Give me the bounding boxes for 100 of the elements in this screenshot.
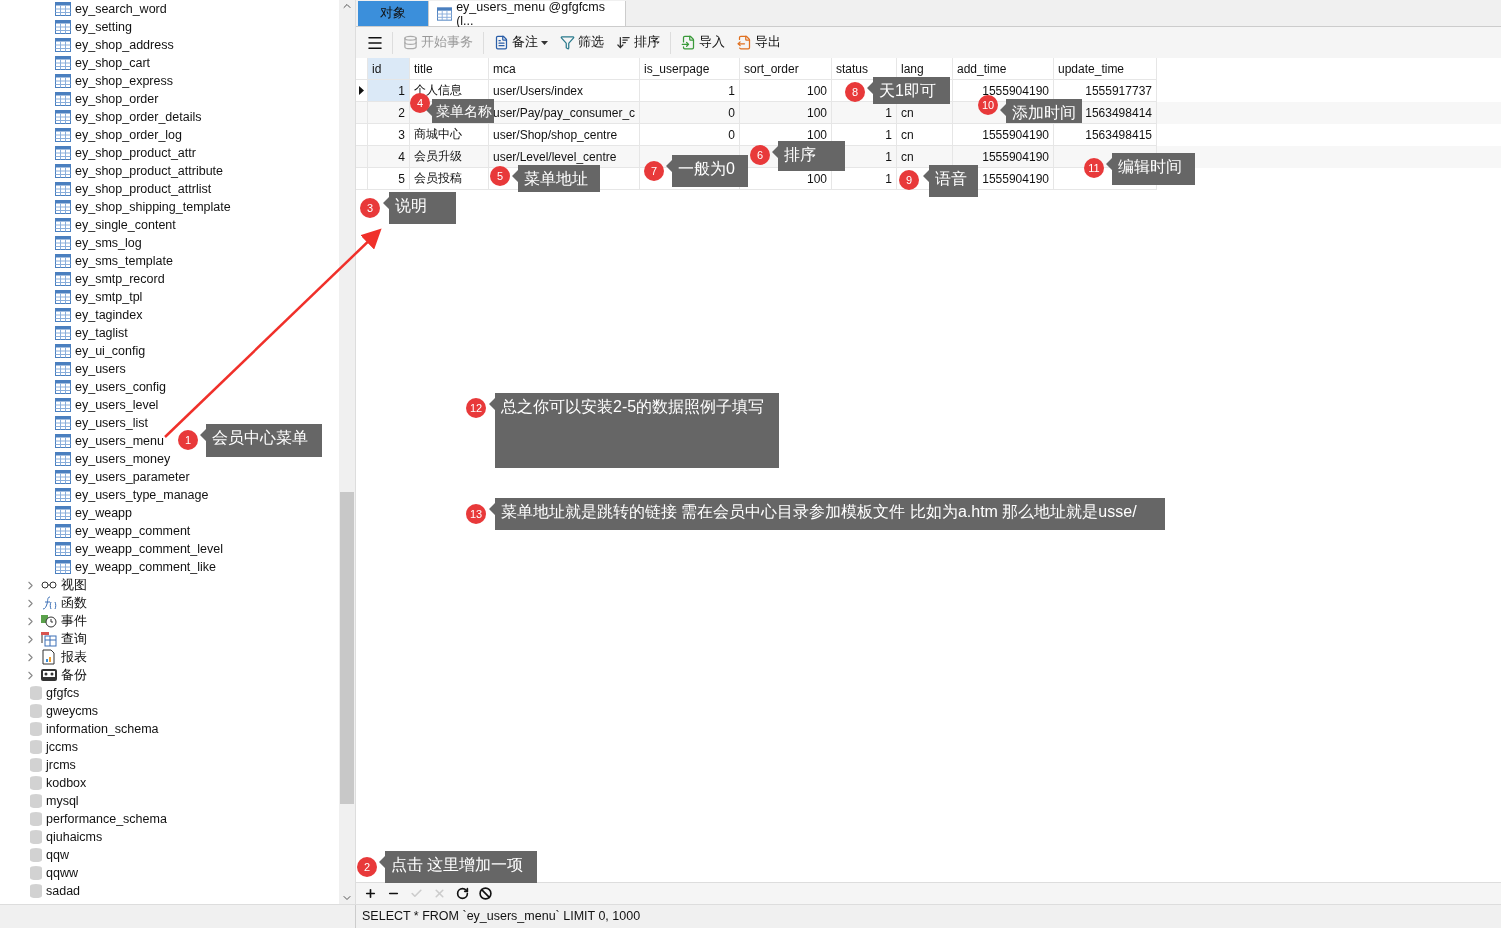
database-icon (30, 686, 42, 700)
callout-note: 一般为0 (666, 155, 748, 187)
table-icon (55, 92, 71, 106)
group-label[interactable]: 函数 (61, 594, 87, 612)
table-icon (55, 200, 71, 214)
database-icon (30, 704, 42, 718)
toolbar-button[interactable]: 筛选 (558, 34, 606, 51)
table-icon (55, 416, 71, 430)
table-name[interactable]: ey_single_content (75, 216, 176, 234)
tab[interactable]: 对象 (358, 1, 429, 26)
report-icon (41, 649, 57, 665)
table-icon (55, 506, 71, 520)
table-name[interactable]: ey_users_parameter (75, 468, 190, 486)
database-name[interactable]: information_schema (46, 720, 159, 738)
table-cell: 会员升级 (414, 148, 462, 165)
table-name[interactable]: ey_sms_log (75, 234, 142, 252)
database-name[interactable]: qiuhaicms (46, 828, 103, 846)
table-cell: 100 (806, 127, 827, 142)
table-name[interactable]: ey_shop_shipping_template (75, 198, 231, 216)
table-name[interactable]: ey_sms_template (75, 252, 173, 270)
table-name[interactable]: ey_shop_order_details (75, 108, 202, 126)
group-label[interactable]: 事件 (61, 612, 87, 630)
table-cell: 0 (728, 105, 735, 120)
table-cell: user/Level/level_centre (493, 149, 617, 164)
callout-number: 1 (178, 430, 198, 450)
table-name[interactable]: ey_shop_express (75, 72, 173, 90)
table-name[interactable]: ey_shop_order (75, 90, 159, 108)
table-cell: 会员投稿 (414, 170, 462, 187)
database-icon (30, 848, 42, 862)
toolbar-button[interactable]: 排序 (614, 34, 662, 51)
callout-note: 说明 (383, 192, 456, 224)
table-name[interactable]: ey_shop_address (75, 36, 174, 54)
toolbar-button[interactable]: 备注 (492, 34, 550, 51)
add-button[interactable] (364, 887, 377, 900)
table-name[interactable]: ey_users_type_manage (75, 486, 209, 504)
database-icon (30, 794, 42, 808)
refresh-button[interactable] (456, 887, 469, 900)
table-icon (55, 38, 71, 52)
export-icon (737, 35, 752, 50)
table-cell: 100 (806, 83, 827, 98)
database-icon (30, 812, 42, 826)
table-name[interactable]: ey_weapp_comment_level (75, 540, 223, 558)
table-name[interactable]: ey_weapp_comment_like (75, 558, 217, 576)
group-label[interactable]: 视图 (61, 576, 87, 594)
table-name[interactable]: ey_shop_product_attrlist (75, 180, 212, 198)
column-header[interactable]: id (368, 58, 410, 80)
scrollbar-thumb[interactable] (340, 492, 354, 804)
database-icon (30, 758, 42, 772)
table-name[interactable]: ey_users (75, 360, 126, 378)
query-table-icon (41, 631, 57, 647)
database-name[interactable]: jccms (46, 738, 78, 756)
database-name[interactable]: qqww (46, 864, 78, 882)
table-name[interactable]: ey_tagindex (75, 306, 143, 324)
table-cell: 2 (398, 105, 405, 120)
callout-note: 菜单地址就是跳转的链接 需在会员中心目录参加模板文件 比如为a.htm 那么地址就是usse/ (489, 498, 1165, 530)
stop-button[interactable] (479, 887, 492, 900)
table-name[interactable]: ey_smtp_record (75, 270, 165, 288)
table-name[interactable]: ey_shop_product_attribute (75, 162, 224, 180)
table-name[interactable]: ey_setting (75, 18, 132, 36)
table-name[interactable]: ey_users_config (75, 378, 167, 396)
table-name[interactable]: ey_taglist (75, 324, 128, 342)
import-icon (681, 35, 696, 50)
discard-icon (433, 887, 446, 900)
database-name[interactable]: qqw (46, 846, 69, 864)
table-name[interactable]: ey_weapp_comment (75, 522, 191, 540)
callout-note: 编辑时间 (1106, 153, 1195, 185)
table-cell: cn (901, 105, 914, 120)
callout-note: 添加时间 (1000, 99, 1082, 123)
database-name[interactable]: jrcms (46, 756, 76, 774)
table-name[interactable]: ey_ui_config (75, 342, 146, 360)
table-name[interactable]: ey_shop_cart (75, 54, 151, 72)
table-name[interactable]: ey_shop_product_attr (75, 144, 196, 162)
caret-icon[interactable] (541, 40, 548, 45)
table-name[interactable]: ey_users_level (75, 396, 159, 414)
toolbar-button[interactable]: 导出 (735, 34, 783, 51)
callout-note: 总之你可以安装2-5的数据照例子填写 (489, 393, 779, 468)
table-name[interactable]: ey_shop_order_log (75, 126, 183, 144)
database-name[interactable]: mysql (46, 792, 79, 810)
database-name[interactable]: sadad (46, 882, 81, 900)
tab[interactable]: ey_users_menu @gfgfcms (l... (429, 1, 626, 26)
table-icon (55, 542, 71, 556)
table-name[interactable]: ey_users_money (75, 450, 171, 468)
database-name[interactable]: gweycms (46, 702, 99, 720)
table-cell: 1 (885, 171, 892, 186)
table-cell: 1555917737 (1085, 83, 1152, 98)
group-label[interactable]: 备份 (61, 666, 87, 684)
table-icon (55, 164, 71, 178)
table-cell: 100 (806, 171, 827, 186)
database-name[interactable]: performance_schema (46, 810, 167, 828)
group-label[interactable]: 查询 (61, 630, 87, 648)
table-name[interactable]: ey_search_word (75, 0, 167, 18)
database-name[interactable]: kodbox (46, 774, 87, 792)
group-label[interactable]: 报表 (61, 648, 87, 666)
table-name[interactable]: ey_weapp (75, 504, 132, 522)
table-name[interactable]: ey_users_list (75, 414, 148, 432)
table-icon (55, 254, 71, 268)
database-name[interactable]: gfgfcs (46, 684, 80, 702)
table-name[interactable]: ey_users_menu (75, 432, 164, 450)
toolbar-button[interactable]: 导入 (679, 34, 727, 51)
table-name[interactable]: ey_smtp_tpl (75, 288, 143, 306)
